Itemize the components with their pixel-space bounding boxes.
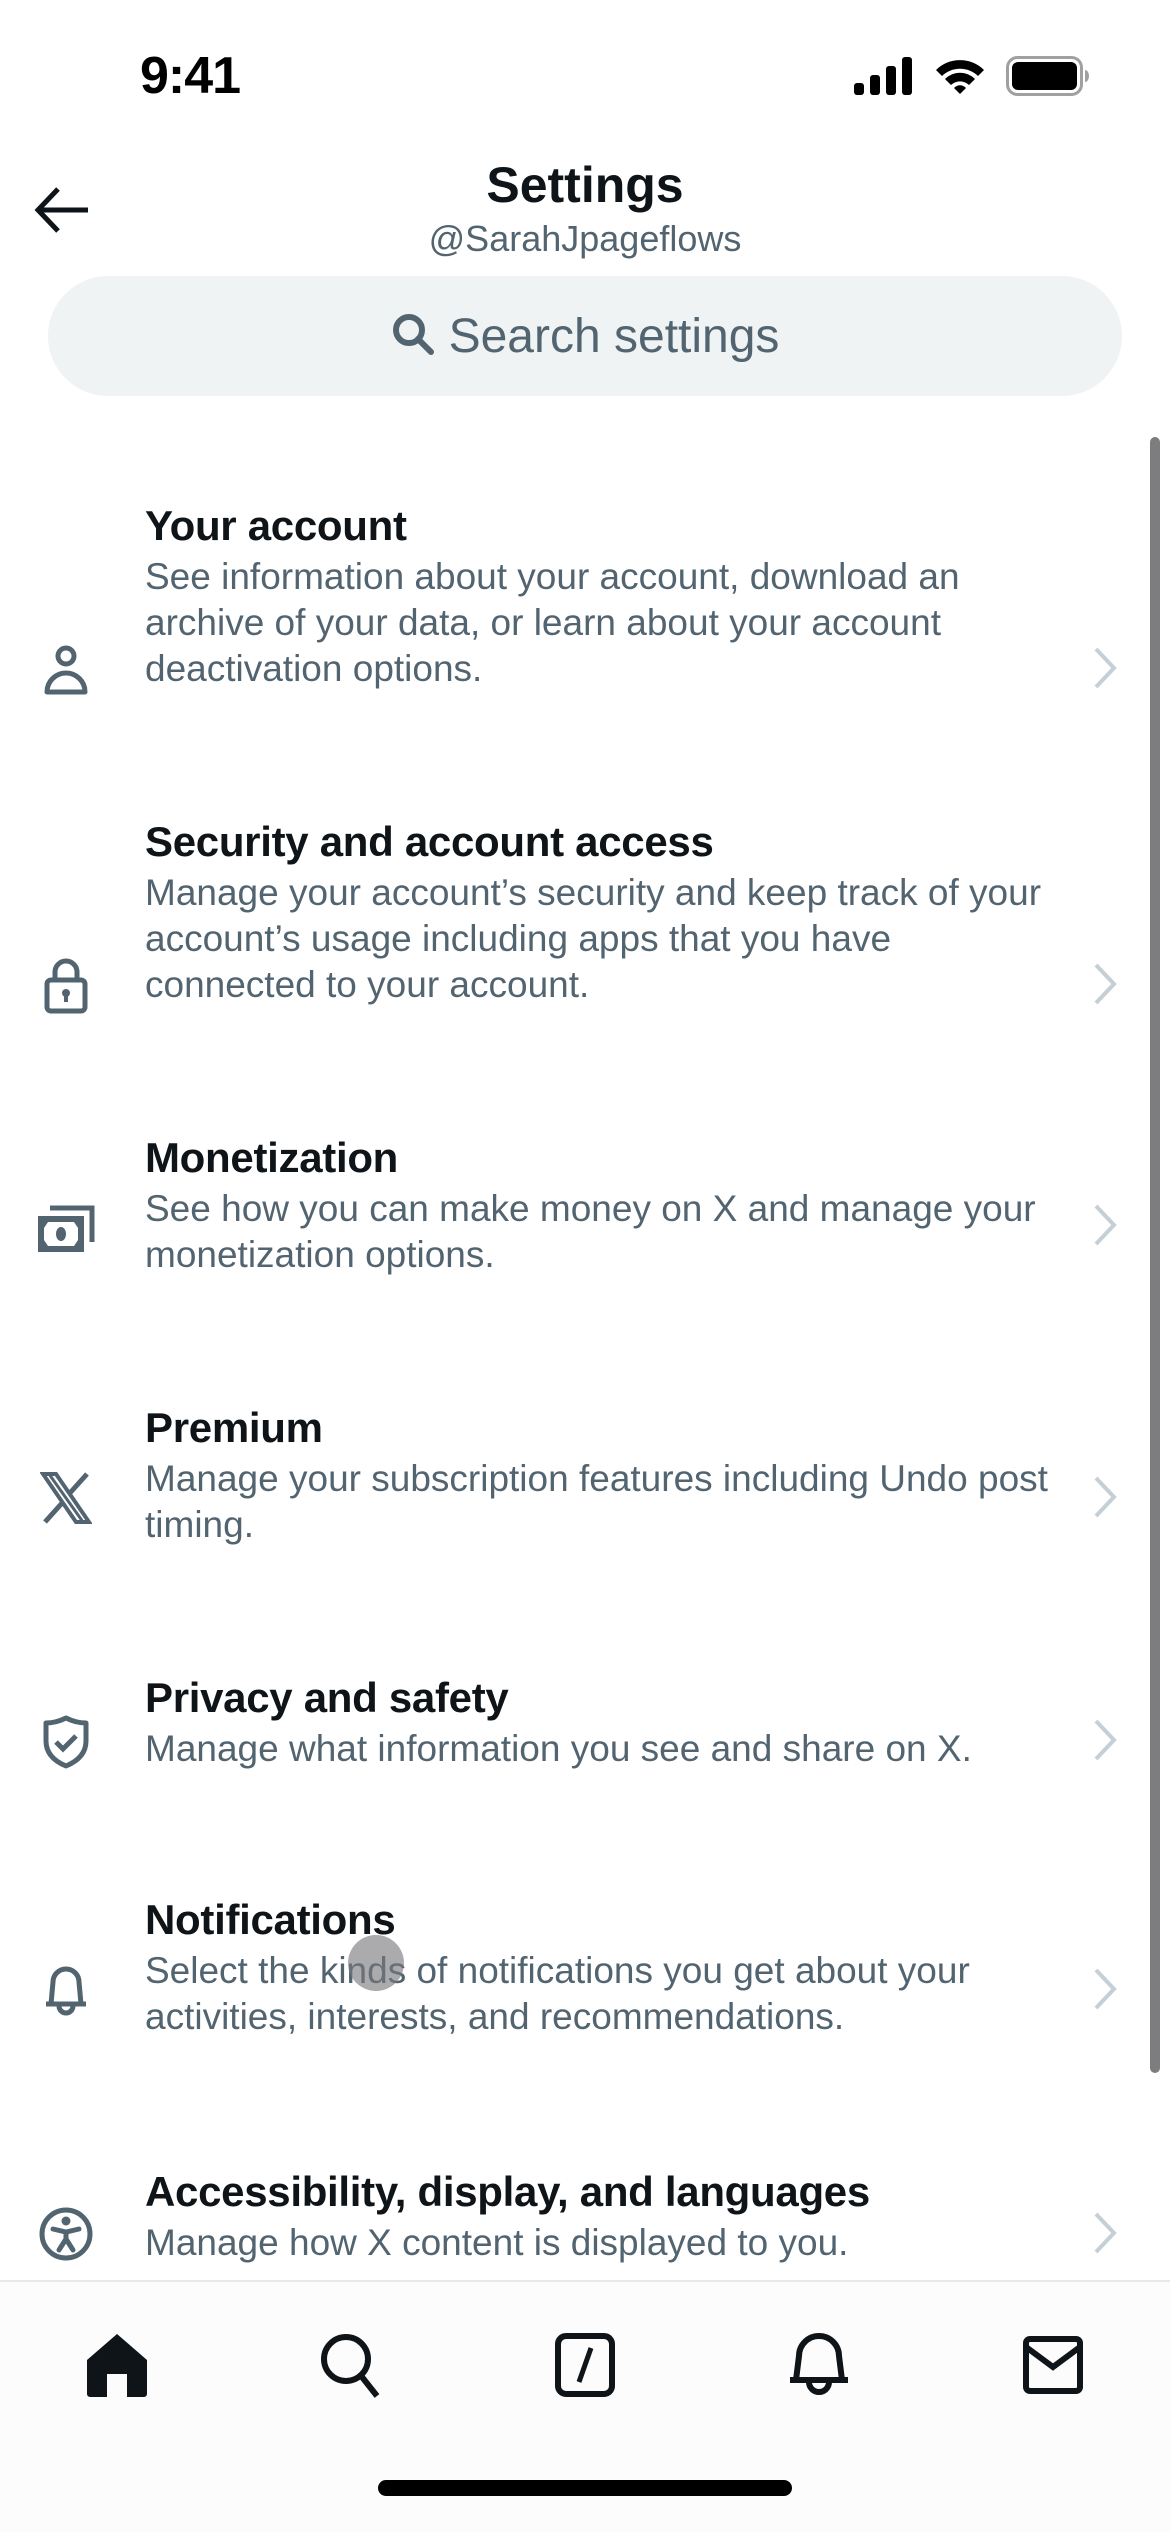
grok-icon: [554, 2332, 616, 2403]
chevron-right-icon: [1090, 643, 1120, 693]
item-description: Manage your account’s security and keep …: [145, 872, 1042, 1005]
tab-messages[interactable]: [1008, 2322, 1098, 2412]
wifi-icon: [934, 57, 986, 100]
item-description: See information about your account, down…: [145, 556, 960, 689]
money-icon: [34, 1200, 98, 1260]
bell-icon: [36, 1960, 96, 2020]
x-logo-icon: [36, 1468, 96, 1528]
item-description: Manage how X content is displayed to you…: [145, 2222, 849, 2263]
search-icon: [391, 312, 435, 361]
scrollbar[interactable]: [1150, 437, 1160, 2073]
settings-item-notifications[interactable]: Notifications Select the kinds of notifi…: [0, 1894, 1150, 2074]
item-title: Accessibility, display, and languages: [145, 2168, 870, 2215]
account-handle: @SarahJpageflows: [428, 218, 742, 259]
search-icon: [319, 2332, 381, 2403]
item-description: See how you can make money on X and mana…: [145, 1188, 1036, 1275]
chevron-right-icon: [1090, 1715, 1120, 1765]
tab-home[interactable]: [72, 2322, 162, 2412]
search-placeholder: Search settings: [448, 309, 780, 363]
settings-item-monetization[interactable]: Monetization See how you can make money …: [0, 1132, 1150, 1312]
home-icon: [85, 2332, 149, 2403]
person-icon: [36, 640, 96, 700]
item-title: Monetization: [145, 1134, 399, 1181]
item-title: Security and account access: [145, 818, 714, 865]
item-title: Premium: [145, 1404, 323, 1451]
settings-item-security[interactable]: Security and account access Manage your …: [0, 816, 1150, 1046]
shield-check-icon: [36, 1712, 96, 1772]
battery-icon: [1006, 56, 1090, 101]
tab-grok[interactable]: [540, 2322, 630, 2412]
cellular-signal-icon: [854, 57, 914, 100]
lock-icon: [36, 956, 96, 1016]
settings-list: Your account See information about your …: [0, 400, 1170, 2280]
tab-search[interactable]: [305, 2322, 395, 2412]
mail-icon: [1022, 2335, 1084, 2400]
status-icons: [854, 56, 1090, 101]
item-description: Select the kinds of notifications you ge…: [145, 1950, 970, 2037]
search-input[interactable]: Search settings: [48, 276, 1122, 396]
status-time: 9:41: [140, 47, 241, 105]
settings-item-privacy[interactable]: Privacy and safety Manage what informati…: [0, 1672, 1150, 1812]
chevron-right-icon: [1090, 1200, 1120, 1250]
tab-notifications[interactable]: [774, 2322, 864, 2412]
bell-icon: [788, 2332, 850, 2403]
settings-item-accessibility[interactable]: Accessibility, display, and languages Ma…: [0, 2166, 1150, 2280]
home-indicator: [378, 2480, 792, 2496]
chevron-right-icon: [1090, 959, 1120, 1009]
item-title: Your account: [145, 502, 407, 549]
chevron-right-icon: [1090, 1964, 1120, 2014]
chevron-right-icon: [1090, 1472, 1120, 1522]
page-title: Settings: [486, 157, 684, 213]
settings-item-premium[interactable]: Premium Manage your subscription feature…: [0, 1402, 1150, 1582]
chevron-right-icon: [1090, 2208, 1120, 2258]
item-title: Privacy and safety: [145, 1674, 509, 1721]
item-description: Manage your subscription features includ…: [145, 1458, 1048, 1545]
status-bar: 9:41: [0, 0, 1170, 140]
item-description: Manage what information you see and shar…: [145, 1728, 972, 1769]
header: Settings @SarahJpageflows: [0, 140, 1170, 270]
item-title: Notifications: [145, 1896, 396, 1943]
settings-item-your-account[interactable]: Your account See information about your …: [0, 500, 1150, 730]
accessibility-icon: [36, 2204, 96, 2264]
